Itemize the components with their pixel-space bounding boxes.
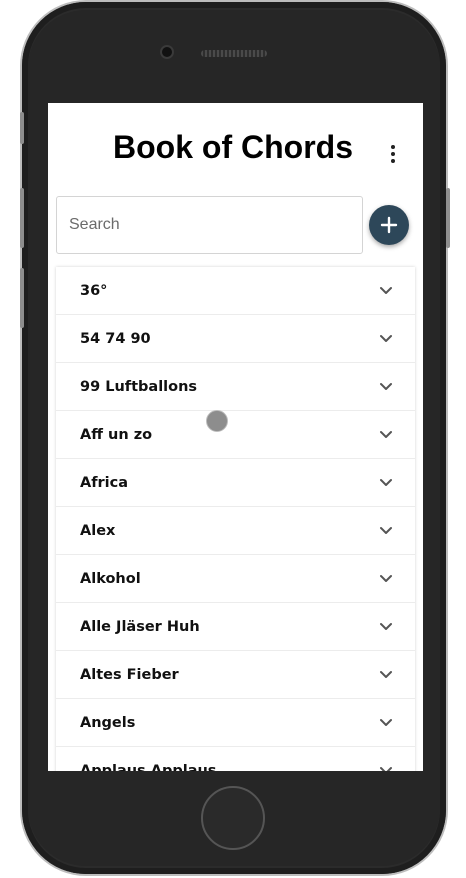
list-item[interactable]: Alkohol [56, 555, 415, 603]
plus-icon [380, 216, 398, 234]
list-item[interactable]: Angels [56, 699, 415, 747]
chevron-down-icon[interactable] [379, 670, 393, 680]
search-input[interactable] [56, 196, 363, 254]
song-title: Alle Jläser Huh [80, 618, 200, 635]
chevron-down-icon[interactable] [379, 286, 393, 296]
menu-dot [391, 152, 395, 156]
add-song-button[interactable] [369, 205, 409, 245]
menu-dot [391, 145, 395, 149]
list-item[interactable]: Applaus Applaus [56, 747, 415, 771]
more-vert-icon[interactable] [382, 141, 404, 167]
app-screen: Book of Chords 36° 54 74 90 99 Luftballons… [48, 103, 423, 771]
song-title: 99 Luftballons [80, 378, 198, 395]
chevron-down-icon[interactable] [379, 766, 393, 771]
front-camera [162, 47, 172, 57]
chevron-down-icon[interactable] [379, 574, 393, 584]
list-item[interactable]: 99 Luftballons [56, 363, 415, 411]
list-item[interactable]: Altes Fieber [56, 651, 415, 699]
volume-down-button [20, 268, 24, 328]
song-title: Altes Fieber [80, 666, 179, 683]
chevron-down-icon[interactable] [379, 382, 393, 392]
song-title: Aff un zo [80, 426, 153, 443]
chevron-down-icon[interactable] [379, 478, 393, 488]
song-title: 36° [80, 282, 108, 299]
earpiece-speaker [201, 50, 267, 57]
volume-up-button [20, 188, 24, 248]
song-title: Alex [80, 522, 116, 539]
song-title: 54 74 90 [80, 330, 151, 347]
power-button [446, 188, 450, 248]
list-item[interactable]: Aff un zo [56, 411, 415, 459]
chevron-down-icon[interactable] [379, 718, 393, 728]
touch-indicator [206, 410, 228, 432]
chevron-down-icon[interactable] [379, 334, 393, 344]
page-title: Book of Chords [113, 129, 353, 165]
chevron-down-icon[interactable] [379, 622, 393, 632]
song-title: Africa [80, 474, 129, 491]
list-item[interactable]: Alle Jläser Huh [56, 603, 415, 651]
song-list: 36° 54 74 90 99 Luftballons Aff un zo Africa… [56, 267, 415, 771]
list-item[interactable]: Africa [56, 459, 415, 507]
chevron-down-icon[interactable] [379, 430, 393, 440]
song-title: Alkohol [80, 570, 141, 587]
menu-dot [391, 159, 395, 163]
list-item[interactable]: 36° [56, 267, 415, 315]
home-button[interactable] [201, 786, 265, 850]
mute-switch [20, 112, 24, 144]
list-item[interactable]: 54 74 90 [56, 315, 415, 363]
song-title: Applaus Applaus [80, 762, 217, 772]
chevron-down-icon[interactable] [379, 526, 393, 536]
song-title: Angels [80, 714, 136, 731]
list-item[interactable]: Alex [56, 507, 415, 555]
